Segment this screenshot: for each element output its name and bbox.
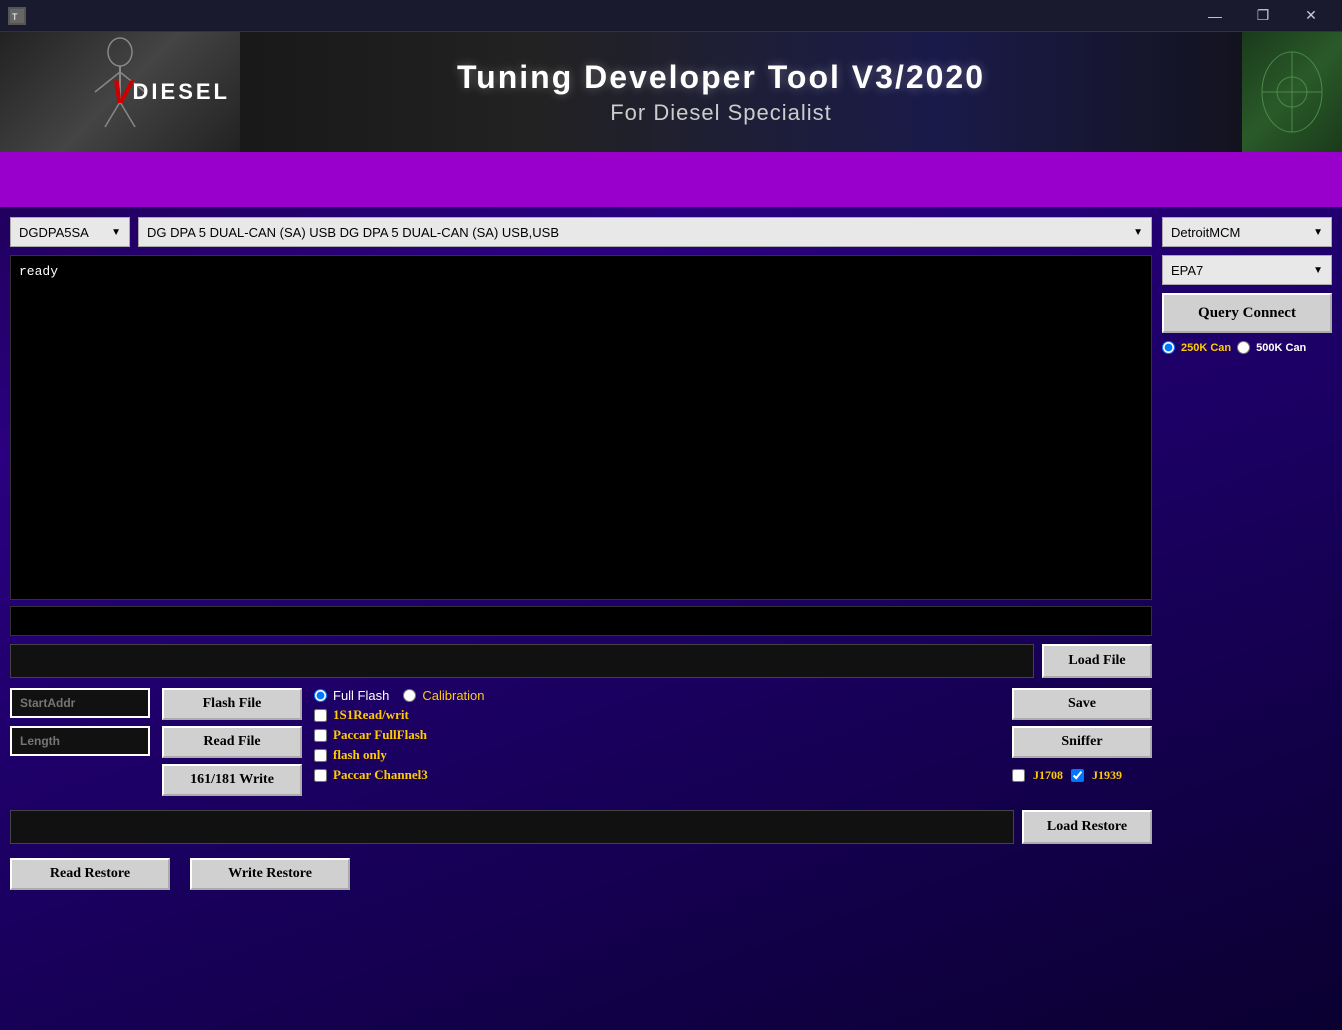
device-dropdown-value: DGDPA5SA [19,225,89,240]
logo-area: V DIESEL [0,32,240,152]
j1939-checkbox[interactable] [1071,769,1084,782]
load-restore-button[interactable]: Load Restore [1022,810,1152,844]
ecm-dropdown[interactable]: DetroitMCM ▼ [1162,217,1332,247]
can-250k-label: 250K Can [1181,342,1231,354]
v-mark: V [111,74,132,111]
diesel-logo: V DIESEL [111,74,230,111]
write-restore-button[interactable]: Write Restore [190,858,350,890]
length-input[interactable] [10,726,150,756]
header-right-decoration [1242,32,1342,152]
flash-only-row: flash only [314,747,485,763]
query-connect-button[interactable]: Query Connect [1162,293,1332,333]
console-text: ready [19,264,58,279]
ecm-dropdown-value: DetroitMCM [1171,225,1240,240]
calibration-label: Calibration [422,688,484,703]
save-button[interactable]: Save [1012,688,1152,720]
paccar-channel3-row: Paccar Channel3 [314,767,485,783]
read-file-button[interactable]: Read File [162,726,302,758]
controls-row: Flash File Read File 161/181 Write Full … [10,688,1152,796]
read-restore-button[interactable]: Read Restore [10,858,170,890]
is1-read-write-label: 1S1Read/writ [333,707,409,723]
progress-bar-container [10,606,1152,636]
is1-read-write-checkbox[interactable] [314,709,327,722]
protocol-dropdown-value: EPA7 [1171,263,1203,278]
ecm-dropdown-arrow: ▼ [1313,227,1323,238]
full-flash-label: Full Flash [333,688,389,703]
full-flash-row: Full Flash Calibration [314,688,485,703]
paccar-channel3-checkbox[interactable] [314,769,327,782]
file-path-input[interactable] [10,644,1034,678]
minimize-button[interactable]: — [1192,0,1238,32]
can-speed-row: 250K Can 500K Can [1162,341,1332,354]
is1-read-write-row: 1S1Read/writ [314,707,485,723]
j1708-checkbox[interactable] [1012,769,1025,782]
calibration-radio[interactable] [403,689,416,702]
title-bar: T — ❐ ✕ [0,0,1342,32]
diesel-text: DIESEL [133,79,230,105]
j1708-label: J1708 [1033,768,1063,783]
channel-dropdown-value: DG DPA 5 DUAL-CAN (SA) USB DG DPA 5 DUAL… [147,225,559,240]
title-bar-left: T [8,7,26,25]
sub-title: For Diesel Specialist [610,100,832,126]
right-panel: DetroitMCM ▼ EPA7 ▼ Query Connect 250K C… [1162,217,1332,890]
right-deco-icon [1247,37,1337,147]
restore-path-input[interactable] [10,810,1014,844]
title-bar-controls: — ❐ ✕ [1192,0,1334,32]
close-button[interactable]: ✕ [1288,0,1334,32]
j-checkboxes-row: J1708 J1939 [1012,768,1152,783]
main-layout: DGDPA5SA ▼ DG DPA 5 DUAL-CAN (SA) USB DG… [0,207,1342,890]
channel-dropdown-arrow: ▼ [1133,227,1143,238]
protocol-dropdown-arrow: ▼ [1313,265,1323,276]
paccar-full-flash-label: Paccar FullFlash [333,727,427,743]
paccar-full-flash-checkbox[interactable] [314,729,327,742]
flash-only-label: flash only [333,747,387,763]
full-flash-radio[interactable] [314,689,327,702]
header-banner: V DIESEL Tuning Developer Tool V3/2020 F… [0,32,1342,152]
restore-row: Load Restore [10,810,1152,844]
purple-bar [0,152,1342,207]
protocol-dropdown[interactable]: EPA7 ▼ [1162,255,1332,285]
flash-file-button[interactable]: Flash File [162,688,302,720]
console-output: ready [10,255,1152,600]
write-161-button[interactable]: 161/181 Write [162,764,302,796]
channel-dropdown[interactable]: DG DPA 5 DUAL-CAN (SA) USB DG DPA 5 DUAL… [138,217,1152,247]
can-250k-radio[interactable] [1162,341,1175,354]
paccar-full-flash-row: Paccar FullFlash [314,727,485,743]
load-file-button[interactable]: Load File [1042,644,1152,678]
start-addr-input[interactable] [10,688,150,718]
action-buttons-group: Save Sniffer J1708 J1939 [1012,688,1152,783]
left-panel: DGDPA5SA ▼ DG DPA 5 DUAL-CAN (SA) USB DG… [10,217,1152,890]
paccar-channel3-label: Paccar Channel3 [333,767,428,783]
restore-button[interactable]: ❐ [1240,0,1286,32]
header-title-area: Tuning Developer Tool V3/2020 For Diesel… [240,59,1242,126]
main-title: Tuning Developer Tool V3/2020 [457,59,985,96]
address-group [10,688,150,756]
bottom-buttons: Read Restore Write Restore [10,858,1152,890]
device-dropdown[interactable]: DGDPA5SA ▼ [10,217,130,247]
app-icon: T [8,7,26,25]
dropdowns-row: DGDPA5SA ▼ DG DPA 5 DUAL-CAN (SA) USB DG… [10,217,1152,247]
device-dropdown-arrow: ▼ [111,227,121,238]
can-500k-radio[interactable] [1237,341,1250,354]
options-group: Full Flash Calibration 1S1Read/writ Pacc… [314,688,485,783]
j1939-label: J1939 [1092,768,1122,783]
sniffer-button[interactable]: Sniffer [1012,726,1152,758]
can-500k-label: 500K Can [1256,342,1306,354]
file-buttons-group: Flash File Read File 161/181 Write [162,688,302,796]
svg-text:T: T [12,12,18,22]
file-path-row: Load File [10,644,1152,678]
flash-only-checkbox[interactable] [314,749,327,762]
